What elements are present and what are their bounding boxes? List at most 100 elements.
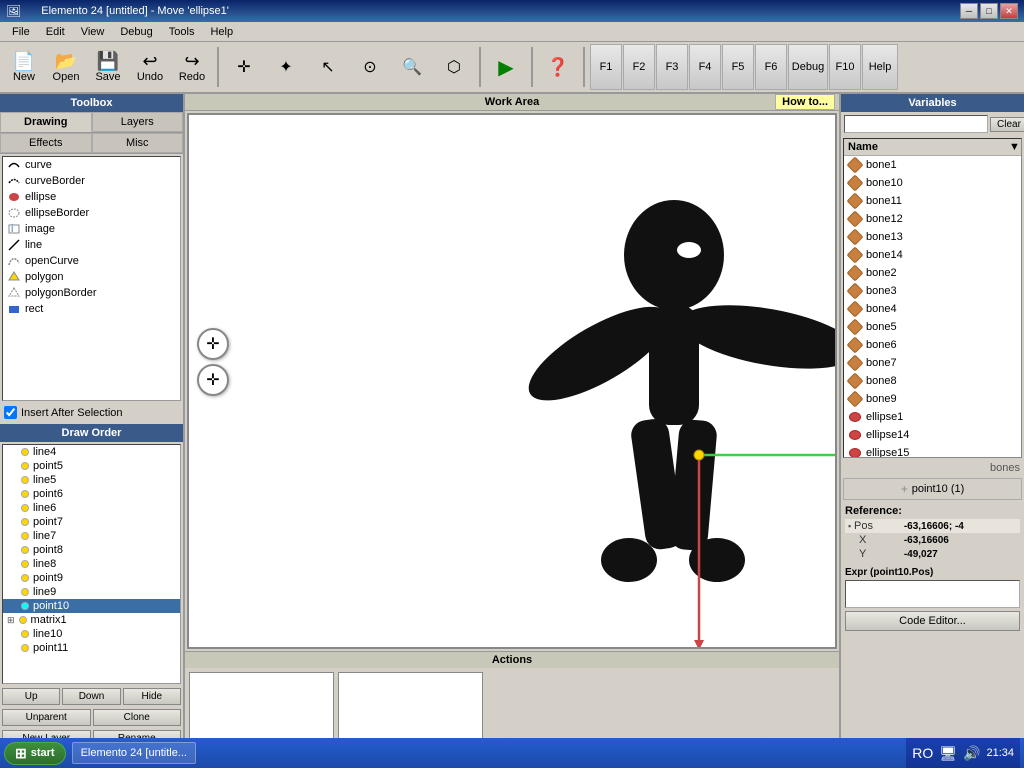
shape-image[interactable]: i image [3, 221, 180, 237]
minimize-button[interactable]: ─ [960, 3, 978, 19]
draw-item-point8[interactable]: point8 [3, 543, 180, 557]
shape-ellipseborder[interactable]: ellipseBorder [3, 205, 180, 221]
redo-button[interactable]: ↪ Redo [172, 44, 212, 90]
draw-item-line7[interactable]: line7 [3, 529, 180, 543]
var-bone13[interactable]: bone13 [844, 228, 1021, 246]
close-button[interactable]: ✕ [1000, 3, 1018, 19]
f6-button[interactable]: F6 [755, 44, 787, 90]
code-editor-button[interactable]: Code Editor... [845, 611, 1020, 631]
open-button[interactable]: 📂 Open [46, 44, 86, 90]
hide-button[interactable]: Hide [123, 688, 181, 705]
tool-btn-6[interactable]: ⬡ [434, 44, 474, 90]
var-list[interactable]: Name ▼ bone1 bone10 bone11 bone12 bon [843, 138, 1022, 458]
help-fn-button[interactable]: Help [862, 44, 898, 90]
down-button[interactable]: Down [62, 688, 120, 705]
shape-curveborder[interactable]: curveBorder [3, 173, 180, 189]
debug-fn-button[interactable]: Debug [788, 44, 828, 90]
tab-effects[interactable]: Effects [0, 133, 92, 153]
draw-item-point10[interactable]: point10 [3, 599, 180, 613]
f3-button[interactable]: F3 [656, 44, 688, 90]
menu-file[interactable]: File [4, 24, 38, 40]
draw-item-point7[interactable]: point7 [3, 515, 180, 529]
dot-point6 [21, 490, 29, 498]
shape-curve[interactable]: curve [3, 157, 180, 173]
draw-item-point9[interactable]: point9 [3, 571, 180, 585]
f10-button[interactable]: F10 [829, 44, 861, 90]
how-to-button[interactable]: How to... [775, 94, 835, 110]
taskbar-app-item[interactable]: Elemento 24 [untitle... [72, 742, 196, 764]
draw-item-line9[interactable]: line9 [3, 585, 180, 599]
canvas-area[interactable]: ✛ ✛ [187, 113, 837, 649]
menu-tools[interactable]: Tools [161, 24, 203, 40]
var-bone10[interactable]: bone10 [844, 174, 1021, 192]
clear-button[interactable]: Clear [990, 117, 1024, 132]
up-button[interactable]: Up [2, 688, 60, 705]
menu-edit[interactable]: Edit [38, 24, 73, 40]
draw-order-list[interactable]: line4 point5 line5 point6 line6 [2, 444, 181, 684]
tool-btn-4[interactable]: ⊙ [350, 44, 390, 90]
expand-pos-icon[interactable]: ▪ [848, 521, 851, 531]
var-search-input[interactable] [844, 115, 988, 133]
var-bone11[interactable]: bone11 [844, 192, 1021, 210]
var-bone1[interactable]: bone1 [844, 156, 1021, 174]
draw-item-line5[interactable]: line5 [3, 473, 180, 487]
var-bone14[interactable]: bone14 [844, 246, 1021, 264]
var-bone7[interactable]: bone7 [844, 354, 1021, 372]
menu-view[interactable]: View [73, 24, 113, 40]
var-bone12[interactable]: bone12 [844, 210, 1021, 228]
maximize-button[interactable]: □ [980, 3, 998, 19]
f4-button[interactable]: F4 [689, 44, 721, 90]
var-bone2[interactable]: bone2 [844, 264, 1021, 282]
draw-item-line10[interactable]: line10 [3, 627, 180, 641]
draw-item-matrix1[interactable]: ⊞ matrix1 [3, 613, 180, 627]
help-btn[interactable]: ❓ [538, 44, 578, 90]
tool-btn-3[interactable]: ↖ [308, 44, 348, 90]
tool-btn-2[interactable]: ✦ [266, 44, 306, 90]
f5-button[interactable]: F5 [722, 44, 754, 90]
draw-item-line4[interactable]: line4 [3, 445, 180, 459]
var-bone5[interactable]: bone5 [844, 318, 1021, 336]
draw-item-point11[interactable]: point11 [3, 641, 180, 655]
save-button[interactable]: 💾 Save [88, 44, 128, 90]
work-area-header: Work Area How to... [185, 94, 839, 111]
f2-button[interactable]: F2 [623, 44, 655, 90]
shape-polygon[interactable]: polygon [3, 269, 180, 285]
draw-item-line8[interactable]: line8 [3, 557, 180, 571]
f1-button[interactable]: F1 [590, 44, 622, 90]
tool-btn-5[interactable]: 🔍 [392, 44, 432, 90]
var-ellipse14[interactable]: ellipse14 [844, 426, 1021, 444]
tab-drawing[interactable]: Drawing [0, 112, 92, 132]
var-ellipse15[interactable]: ellipse15 [844, 444, 1021, 458]
tab-misc[interactable]: Misc [92, 133, 184, 153]
shape-line[interactable]: line [3, 237, 180, 253]
insert-after-checkbox[interactable] [4, 406, 17, 419]
var-ellipse1[interactable]: ellipse1 [844, 408, 1021, 426]
shape-ellipse[interactable]: ellipse [3, 189, 180, 205]
draw-item-point5[interactable]: point5 [3, 459, 180, 473]
shape-opencurve[interactable]: openCurve [3, 253, 180, 269]
ellipse14-label: ellipse14 [866, 429, 909, 441]
draw-item-point6[interactable]: point6 [3, 487, 180, 501]
new-button[interactable]: 📄 New [4, 44, 44, 90]
insert-after-row[interactable]: Insert After Selection [0, 403, 183, 422]
shape-list[interactable]: curve curveBorder ellipse ellipseBorder … [2, 156, 181, 401]
var-bone4[interactable]: bone4 [844, 300, 1021, 318]
tool-btn-1[interactable]: ✛ [224, 44, 264, 90]
var-bone3[interactable]: bone3 [844, 282, 1021, 300]
var-bone6[interactable]: bone6 [844, 336, 1021, 354]
play-button[interactable]: ▶ [486, 44, 526, 90]
var-bone8[interactable]: bone8 [844, 372, 1021, 390]
clone-button[interactable]: Clone [93, 709, 182, 726]
draw-item-line6[interactable]: line6 [3, 501, 180, 515]
unparent-button[interactable]: Unparent [2, 709, 91, 726]
shape-rect[interactable]: rect [3, 301, 180, 317]
tab-layers[interactable]: Layers [92, 112, 184, 132]
menu-debug[interactable]: Debug [112, 24, 160, 40]
name-column-header: Name [848, 141, 878, 153]
shape-polygonborder[interactable]: polygonBorder [3, 285, 180, 301]
expr-input[interactable] [845, 580, 1020, 608]
menu-help[interactable]: Help [202, 24, 241, 40]
undo-button[interactable]: ↩ Undo [130, 44, 170, 90]
start-button[interactable]: ⊞ start [4, 742, 66, 765]
var-bone9[interactable]: bone9 [844, 390, 1021, 408]
